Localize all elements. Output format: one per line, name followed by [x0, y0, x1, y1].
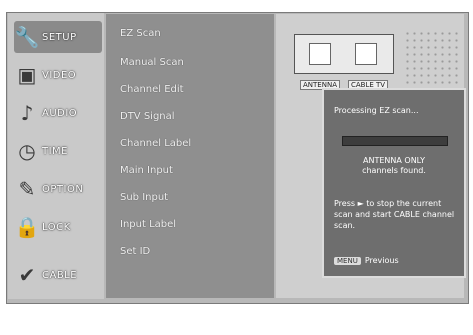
dotted-pattern — [404, 30, 460, 90]
sidebar: 🔧 SETUP ▣ VIDEO ♪ AUDIO ◷ TIME ✎ OPTION … — [8, 13, 104, 299]
option-icon: ✎ — [18, 177, 36, 201]
menu-key[interactable]: MENU — [334, 256, 361, 265]
scan-progress-dialog: Processing EZ scan... ANTENNA ONLY chann… — [322, 88, 466, 278]
menu-item-channel-label[interactable]: Channel Label — [120, 138, 191, 154]
setup-menu-list: EZ Scan Manual Scan Channel Edit DTV Sig… — [106, 14, 274, 298]
dialog-title: Processing EZ scan... — [334, 106, 419, 115]
sidebar-item-option[interactable]: ✎ OPTION — [14, 173, 102, 205]
sidebar-item-setup[interactable]: 🔧 SETUP — [14, 21, 102, 53]
sidebar-item-cable[interactable]: ✔ CABLE — [14, 259, 102, 291]
channels-found-line2: channels found. — [362, 166, 426, 175]
channels-found-line1: ANTENNA ONLY — [363, 156, 425, 165]
menu-item-channel-edit[interactable]: Channel Edit — [120, 84, 184, 100]
sidebar-item-time[interactable]: ◷ TIME — [14, 135, 102, 167]
time-icon: ◷ — [18, 139, 36, 163]
sidebar-item-label: TIME — [42, 145, 69, 157]
sidebar-item-audio[interactable]: ♪ AUDIO — [14, 97, 102, 129]
menu-item-sub-input[interactable]: Sub Input — [120, 192, 168, 208]
menu-item-input-label[interactable]: Input Label — [120, 219, 176, 235]
sidebar-item-label: SETUP — [42, 31, 77, 43]
channels-found-text: ANTENNA ONLY channels found. — [324, 156, 464, 176]
connection-diagram — [294, 34, 394, 74]
audio-icon: ♪ — [20, 101, 34, 125]
dialog-footer: MENU Previous — [334, 256, 399, 265]
sidebar-item-label: AUDIO — [42, 107, 78, 119]
instruction-text: Press ► to stop the current scan and sta… — [334, 199, 455, 230]
sidebar-item-label: CABLE — [42, 269, 78, 281]
menu-item-main-input[interactable]: Main Input — [120, 165, 173, 181]
antenna-port-icon — [309, 43, 331, 65]
sidebar-item-label: VIDEO — [42, 69, 77, 81]
menu-item-ez-scan[interactable]: EZ Scan — [120, 28, 161, 44]
menu-item-dtv-signal[interactable]: DTV Signal — [120, 111, 175, 127]
sidebar-item-lock[interactable]: 🔒 LOCK — [14, 211, 102, 243]
cable-icon: ✔ — [18, 263, 36, 287]
lock-icon: 🔒 — [14, 215, 40, 239]
sidebar-item-label: OPTION — [42, 183, 84, 195]
video-icon: ▣ — [17, 63, 37, 87]
menu-item-set-id[interactable]: Set ID — [120, 246, 150, 262]
sidebar-item-video[interactable]: ▣ VIDEO — [14, 59, 102, 91]
scan-progress-bar — [342, 136, 448, 146]
cable-port-icon — [355, 43, 377, 65]
menu-item-manual-scan[interactable]: Manual Scan — [120, 57, 184, 73]
sidebar-item-label: LOCK — [42, 221, 71, 233]
setup-icon: 🔧 — [14, 25, 40, 49]
previous-label: Previous — [364, 256, 399, 265]
